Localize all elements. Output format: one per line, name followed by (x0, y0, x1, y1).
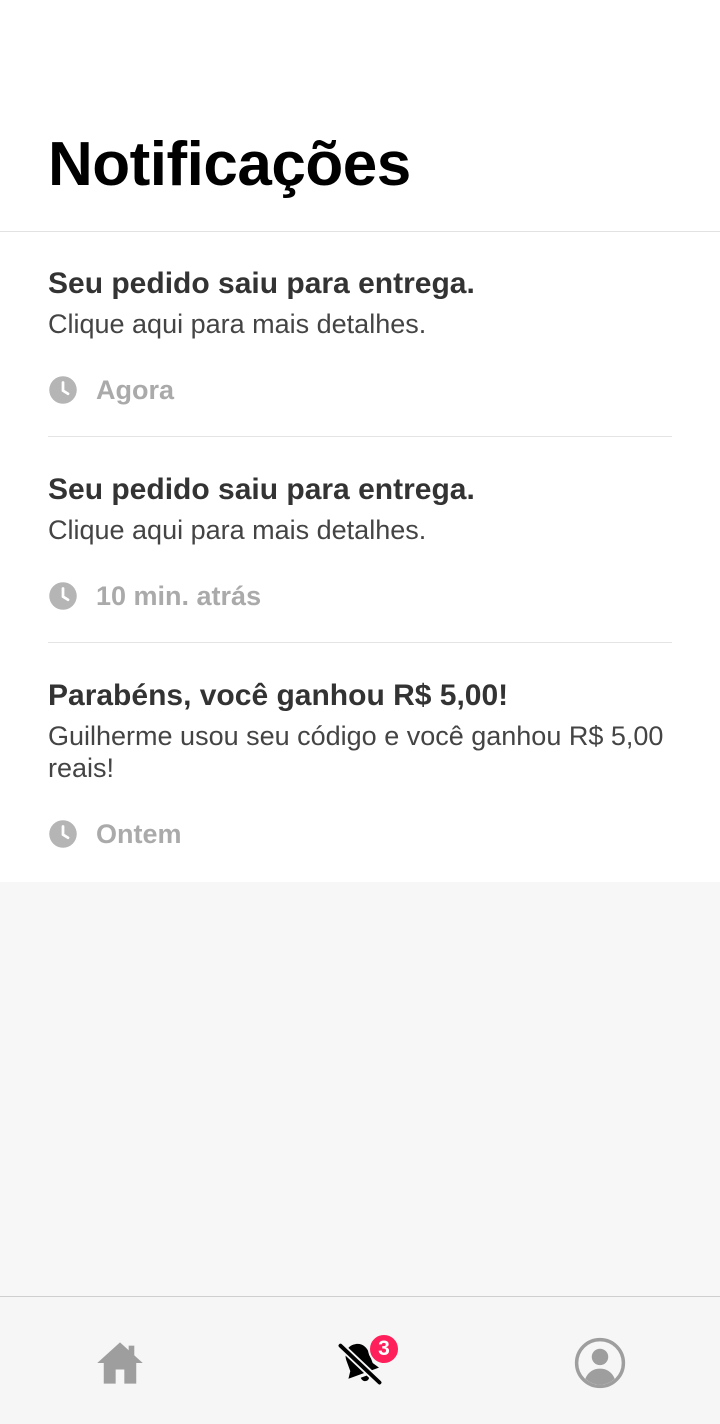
notification-time: 10 min. atrás (48, 580, 261, 612)
notification-item[interactable]: Seu pedido saiu para entrega. Clique aqu… (48, 266, 672, 436)
notification-time: Ontem (48, 818, 182, 850)
notification-title: Seu pedido saiu para entrega. (48, 267, 475, 300)
divider (48, 436, 672, 437)
notification-list: Seu pedido saiu para entrega. Clique aqu… (0, 232, 720, 882)
notification-item[interactable]: Parabéns, você ganhou R$ 5,00! Guilherme… (48, 678, 672, 868)
bottom-nav (0, 1296, 720, 1424)
clock-icon (49, 376, 77, 404)
page-title: Notificações (48, 130, 411, 199)
notification-body: Clique aqui para mais detalhes. (48, 515, 427, 545)
notification-item[interactable]: Seu pedido saiu para entrega. Clique aqu… (48, 472, 672, 642)
notification-title: Seu pedido saiu para entrega. (48, 473, 475, 506)
notification-badge: 3 (368, 1333, 400, 1365)
nav-home-button[interactable] (90, 1333, 150, 1393)
user-icon (574, 1337, 626, 1389)
page-header: Notificações (0, 0, 720, 232)
notification-time-label: 10 min. atrás (96, 580, 262, 611)
notification-time-label: Ontem (96, 818, 182, 849)
nav-profile-button[interactable] (570, 1333, 630, 1393)
clock-icon (49, 582, 77, 610)
notification-time-label: Agora (96, 374, 175, 405)
notification-body: Clique aqui para mais detalhes. (48, 309, 427, 339)
home-icon (97, 1342, 143, 1384)
divider (48, 642, 672, 643)
clock-icon (49, 820, 77, 848)
notification-time: Agora (48, 374, 174, 406)
notification-body: Guilherme usou seu código e você ganhou … (48, 721, 664, 783)
notification-title: Parabéns, você ganhou R$ 5,00! (48, 679, 509, 712)
